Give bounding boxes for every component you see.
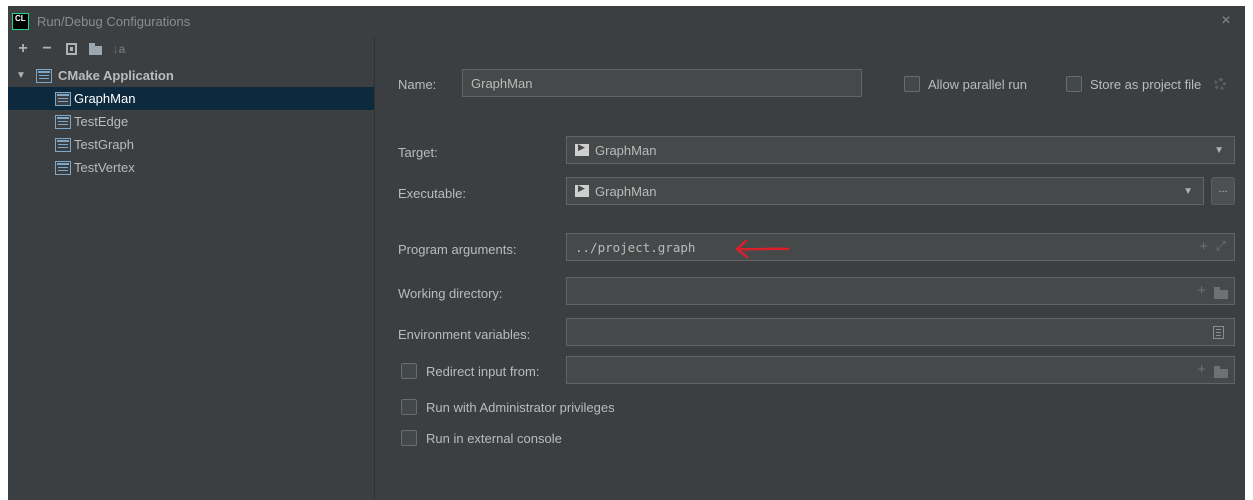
tree-item-graphman[interactable]: GraphMan [8,87,374,110]
chevron-down-icon[interactable]: ▼ [16,70,30,81]
store-as-project-file-label: Store as project file [1090,77,1202,92]
configurations-tree: ▼ CMake Application GraphMan TestEdge Te… [8,64,374,179]
allow-parallel-run-checkbox[interactable] [904,76,920,92]
configurations-panel: + − ↓a ▼ CMake Application GraphMan Test… [8,36,375,500]
name-label: Name: [398,77,437,92]
chevron-down-icon: ▼ [1183,186,1193,197]
cmake-target-icon [55,160,71,175]
cmake-target-icon [55,137,71,152]
tree-item-testedge[interactable]: TestEdge [8,110,374,133]
tree-item-label: GraphMan [74,91,136,106]
gear-icon[interactable] [1214,78,1226,90]
tree-group-cmake-application[interactable]: ▼ CMake Application [8,64,374,87]
program-arguments-label: Program arguments: [398,242,517,257]
window-title: Run/Debug Configurations [37,13,191,29]
folder-icon [88,42,102,55]
sort-configurations-button[interactable]: ↓a [108,38,130,60]
copy-configuration-button[interactable] [60,38,82,60]
allow-parallel-run-label: Allow parallel run [928,77,1027,92]
plus-icon[interactable]: + [1197,282,1206,299]
expand-icon[interactable]: ⤢ [1216,238,1226,254]
move-to-folder-button[interactable] [84,38,106,60]
executable-label: Executable: [398,186,466,201]
run-in-external-console-checkbox[interactable] [401,430,417,446]
working-directory-input[interactable]: + [566,277,1235,305]
tree-item-label: TestVertex [74,160,135,175]
executable-value: GraphMan [595,183,657,199]
run-in-external-console-label: Run in external console [426,431,562,446]
target-label: Target: [398,145,438,160]
executable-select[interactable]: GraphMan ▼ [566,177,1204,205]
chevron-down-icon: ▼ [1214,145,1224,156]
redirect-input-field[interactable]: + [566,356,1235,384]
name-value: GraphMan [471,75,533,91]
cmake-application-icon [36,68,52,83]
program-arguments-value: ../project.graph [575,239,696,255]
annotation-arrow-icon [735,239,790,259]
plus-icon[interactable]: + [1197,361,1206,378]
target-value: GraphMan [595,142,657,158]
browse-executable-button[interactable]: ... [1211,177,1235,205]
tree-item-testvertex[interactable]: TestVertex [8,156,374,179]
executable-icon [575,142,589,156]
plus-icon[interactable]: + [1199,238,1208,255]
folder-icon[interactable] [1214,366,1228,378]
name-input[interactable]: GraphMan [462,69,862,97]
run-debug-dialog: CL Run/Debug Configurations × + − ↓a ▼ C… [8,6,1245,500]
tree-item-label: TestGraph [74,137,134,152]
store-as-project-file-checkbox[interactable] [1066,76,1082,92]
add-configuration-button[interactable]: + [12,38,34,60]
environment-variables-label: Environment variables: [398,327,531,342]
title-bar: CL Run/Debug Configurations × [8,6,1245,36]
folder-icon[interactable] [1214,287,1228,299]
redirect-input-checkbox[interactable] [401,363,417,379]
cmake-target-icon [55,114,71,129]
tree-item-testgraph[interactable]: TestGraph [8,133,374,156]
close-button[interactable]: × [1217,12,1235,30]
cmake-target-icon [55,91,71,106]
tree-item-label: TestEdge [74,114,129,129]
target-select[interactable]: GraphMan ▼ [566,136,1235,164]
program-arguments-input[interactable]: ../project.graph + ⤢ [566,233,1235,261]
remove-configuration-button[interactable]: − [36,38,58,60]
tree-group-label: CMake Application [58,68,174,83]
edit-document-icon[interactable] [1213,326,1224,339]
redirect-input-label: Redirect input from: [426,364,540,379]
executable-icon [575,183,589,197]
clion-logo-icon: CL [12,12,29,30]
environment-variables-input[interactable] [566,318,1235,346]
working-directory-label: Working directory: [398,286,503,301]
copy-icon [65,43,77,55]
run-as-administrator-label: Run with Administrator privileges [426,400,615,415]
configuration-form: Name: GraphMan Allow parallel run Store … [376,36,1245,500]
run-as-administrator-checkbox[interactable] [401,399,417,415]
configurations-toolbar: + − ↓a [8,36,374,62]
